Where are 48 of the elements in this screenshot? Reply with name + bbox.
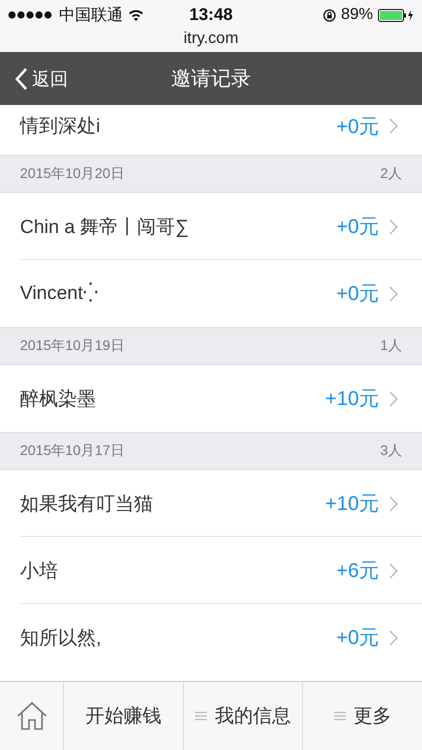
invite-row[interactable]: 如果我有叮当猫 +10元 [0,470,422,537]
status-time: 13:48 [189,5,233,25]
chevron-right-icon [389,562,398,578]
reward-amount: +0元 [336,215,379,240]
chevron-right-icon [389,118,398,134]
chevron-right-icon [389,496,398,512]
reward-amount: +10元 [325,492,379,517]
reward-amount: +10元 [325,387,379,412]
chevron-right-icon [389,390,398,406]
reward-amount: +0元 [336,114,379,140]
invitee-name: 小培 [20,560,59,584]
chevron-right-icon [389,218,398,234]
date-text: 2015年10月20日 [20,165,124,183]
rotation-lock-icon [322,8,336,22]
invitee-name: 醉枫染墨 [20,388,97,412]
menu-icon [334,711,346,721]
count-text: 2人 [380,165,402,183]
carrier-name: 中国联通 [59,6,123,26]
reward-amount: +0元 [336,626,379,651]
page-title: 邀请记录 [171,67,251,92]
reward-amount: +6元 [336,559,379,584]
signal-icon [8,11,54,19]
chevron-right-icon [389,630,398,646]
back-chevron-icon [14,66,28,90]
chevron-right-icon [389,286,398,302]
date-text: 2015年10月17日 [20,442,124,460]
count-text: 3人 [380,442,402,460]
reward-amount: +0元 [336,282,379,307]
invite-row[interactable]: 情到深处i +0元 [0,105,422,155]
invite-row[interactable]: 小培 +6元 [0,537,422,604]
invitee-name: 如果我有叮当猫 [20,492,154,516]
invite-row[interactable]: Chin a 舞帝丨闯哥∑ +0元 [0,193,422,260]
invitee-name: 知所以然, [20,626,102,650]
invite-row[interactable]: 知所以然, +0元 [0,604,422,669]
url-text: itry.com [0,30,422,52]
invite-row[interactable]: 醉枫染墨 +10元 [0,365,422,432]
invitee-name: Vincent⁛ [20,282,100,305]
date-text: 2015年10月19日 [20,337,124,355]
battery-icon [378,8,414,22]
invitee-name: 情到深处i [20,115,102,139]
battery-percent: 89% [340,6,373,24]
back-button[interactable]: 返回 [0,66,82,90]
menu-icon [195,711,207,721]
count-text: 1人 [380,337,402,355]
invite-row[interactable]: Vincent⁛ +0元 [0,260,422,327]
home-icon [16,700,48,732]
wifi-icon [128,9,144,21]
invitee-name: Chin a 舞帝丨闯哥∑ [20,216,190,240]
